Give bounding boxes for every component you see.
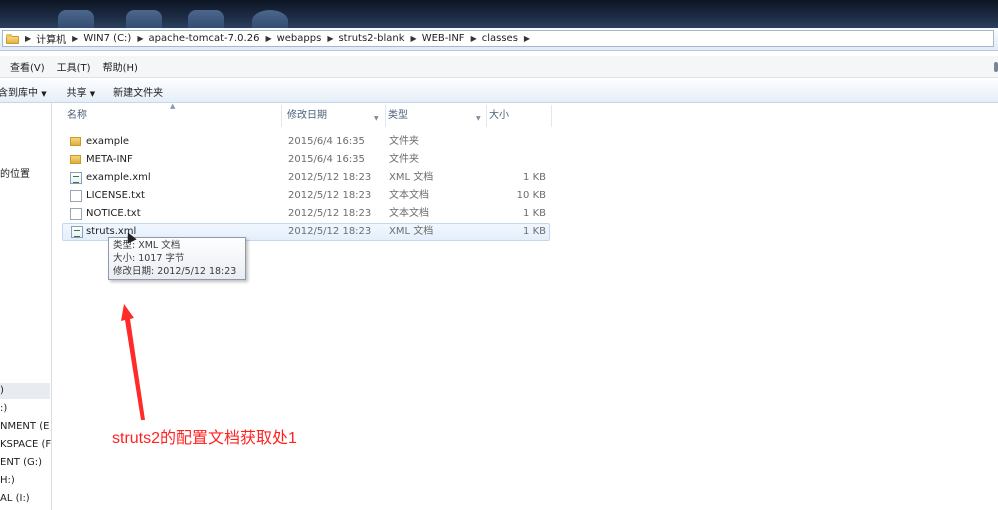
annotation-text: struts2的配置文档获取处1 xyxy=(112,430,297,447)
red-arrow-icon xyxy=(121,304,145,420)
